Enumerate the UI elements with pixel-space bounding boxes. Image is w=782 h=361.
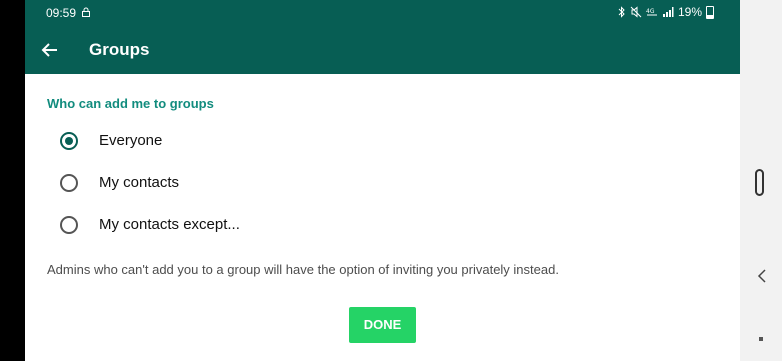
section-title: Who can add me to groups bbox=[47, 96, 214, 111]
nav-menu-icon[interactable] bbox=[759, 337, 763, 341]
mute-icon bbox=[630, 6, 642, 18]
radio-unselected[interactable] bbox=[60, 174, 78, 192]
app-bar: Groups bbox=[25, 25, 740, 74]
option-my-contacts-except[interactable]: My contacts except... bbox=[47, 208, 607, 240]
arrow-left-icon[interactable] bbox=[39, 39, 61, 61]
lock-icon bbox=[82, 7, 90, 17]
lte-icon: 4G bbox=[646, 8, 657, 16]
signal-icon bbox=[662, 7, 674, 17]
battery-percent: 19% bbox=[677, 5, 702, 19]
option-label: My contacts except... bbox=[99, 216, 240, 233]
bluetooth-icon bbox=[618, 6, 625, 18]
option-label: My contacts bbox=[99, 174, 180, 191]
option-my-contacts[interactable]: My contacts bbox=[47, 166, 607, 198]
svg-text:4G: 4G bbox=[646, 8, 655, 15]
status-time: 09:59 bbox=[46, 6, 77, 20]
done-button[interactable]: DONE bbox=[349, 307, 416, 343]
battery-icon bbox=[706, 5, 714, 19]
nav-back-icon[interactable] bbox=[756, 268, 768, 284]
radio-selected[interactable] bbox=[60, 132, 78, 150]
info-note: Admins who can't add you to a group will… bbox=[47, 262, 559, 277]
status-icons: 4G 19% bbox=[618, 5, 714, 19]
option-label: Everyone bbox=[99, 132, 163, 149]
home-button-icon[interactable] bbox=[755, 169, 764, 196]
groups-privacy-dialog: Who can add me to groups Everyone My con… bbox=[25, 74, 740, 361]
page-title: Groups bbox=[89, 40, 150, 59]
radio-unselected[interactable] bbox=[60, 216, 78, 234]
option-everyone[interactable]: Everyone bbox=[47, 124, 607, 156]
left-screen-bezel bbox=[0, 0, 25, 361]
status-bar: 09:59 4G 19% bbox=[25, 0, 740, 25]
